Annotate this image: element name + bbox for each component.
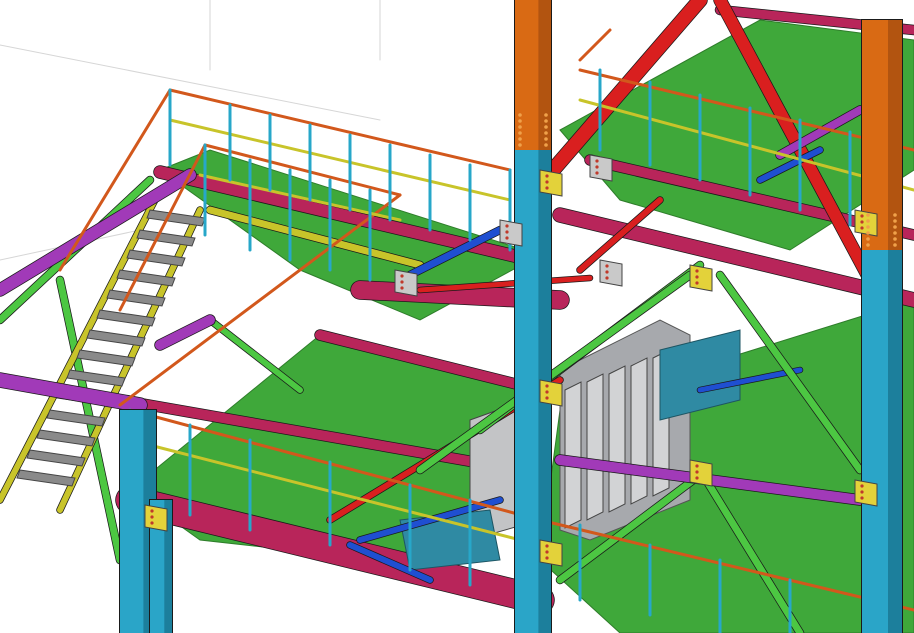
cap-bolt xyxy=(544,131,548,135)
bolt xyxy=(605,270,609,274)
gusset-plate xyxy=(394,269,418,297)
equipment-teal-base xyxy=(399,509,501,571)
gusset-plate xyxy=(539,539,563,567)
equipment-module xyxy=(630,357,648,505)
cap-bolt xyxy=(893,243,897,247)
bolt xyxy=(860,214,864,218)
bolt xyxy=(545,180,549,184)
stair-tread xyxy=(16,469,76,487)
bolt xyxy=(150,521,154,525)
bolt xyxy=(400,286,404,290)
gusset-plate xyxy=(539,379,563,407)
cap-bolt xyxy=(893,225,897,229)
cap-bolt xyxy=(866,237,870,241)
cap-bolt xyxy=(518,143,522,147)
bolt xyxy=(695,476,699,480)
cap-bolt xyxy=(544,125,548,129)
bolt xyxy=(595,171,599,175)
gusset-plate xyxy=(589,154,613,182)
bolt xyxy=(400,274,404,278)
cap-bolt xyxy=(544,137,548,141)
bolt xyxy=(695,275,699,279)
bolt xyxy=(545,556,549,560)
construction-line xyxy=(0,44,381,121)
bolt xyxy=(605,276,609,280)
bolt xyxy=(545,384,549,388)
bolt xyxy=(150,515,154,519)
stair-tread xyxy=(66,369,126,387)
bolt xyxy=(545,174,549,178)
gusset-plate xyxy=(144,504,168,532)
bolt xyxy=(545,544,549,548)
gusset-plate xyxy=(539,169,563,197)
equipment-module xyxy=(564,381,582,529)
cap-bolt xyxy=(518,113,522,117)
cap-bolt xyxy=(866,243,870,247)
green-platform-brace xyxy=(207,317,303,393)
cap-bolt xyxy=(518,131,522,135)
stair-tread xyxy=(96,309,156,327)
handrail-bar xyxy=(578,28,612,62)
equipment-module xyxy=(586,373,604,521)
bolt xyxy=(545,186,549,190)
gusset-plate xyxy=(854,209,878,237)
equipment-module xyxy=(608,365,626,513)
structural-3d-model[interactable] xyxy=(0,0,914,633)
cap-bolt xyxy=(866,231,870,235)
bolt xyxy=(695,470,699,474)
bolt xyxy=(505,236,509,240)
gusset-plate xyxy=(499,219,523,247)
bolt xyxy=(605,264,609,268)
stair-tread xyxy=(86,329,146,347)
gusset-plate xyxy=(854,479,878,507)
model-viewport[interactable] xyxy=(0,0,914,633)
stair-tread xyxy=(36,429,96,447)
cap-bolt xyxy=(893,231,897,235)
bolt xyxy=(595,159,599,163)
cap-bolt xyxy=(866,225,870,229)
stair-tread xyxy=(26,449,86,467)
cap-bolt xyxy=(893,213,897,217)
cap-bolt xyxy=(866,219,870,223)
bolt xyxy=(150,509,154,513)
bolt xyxy=(545,550,549,554)
bolt xyxy=(545,396,549,400)
bolt xyxy=(400,280,404,284)
gusset-plate xyxy=(599,259,623,287)
bolt xyxy=(860,490,864,494)
bolt xyxy=(505,224,509,228)
stair-tread xyxy=(106,289,166,307)
cap-bolt xyxy=(866,213,870,217)
cap-bolt xyxy=(518,125,522,129)
bolt xyxy=(545,390,549,394)
bolt xyxy=(595,165,599,169)
cap-bolt xyxy=(518,119,522,123)
cap-bolt xyxy=(544,143,548,147)
stair-tread xyxy=(46,409,106,427)
bolt xyxy=(695,281,699,285)
bolt xyxy=(860,226,864,230)
cap-bolt xyxy=(518,137,522,141)
gusset-plate xyxy=(689,264,713,292)
bolt xyxy=(505,230,509,234)
cap-bolt xyxy=(893,237,897,241)
cap-bolt xyxy=(544,119,548,123)
bolt xyxy=(695,464,699,468)
bolt xyxy=(860,484,864,488)
cap-bolt xyxy=(893,219,897,223)
cap-bolt xyxy=(544,113,548,117)
stair-tread xyxy=(116,269,176,287)
bolt xyxy=(695,269,699,273)
gusset-plate xyxy=(689,459,713,487)
stair-tread xyxy=(76,349,136,367)
bolt xyxy=(860,496,864,500)
bolt xyxy=(860,220,864,224)
